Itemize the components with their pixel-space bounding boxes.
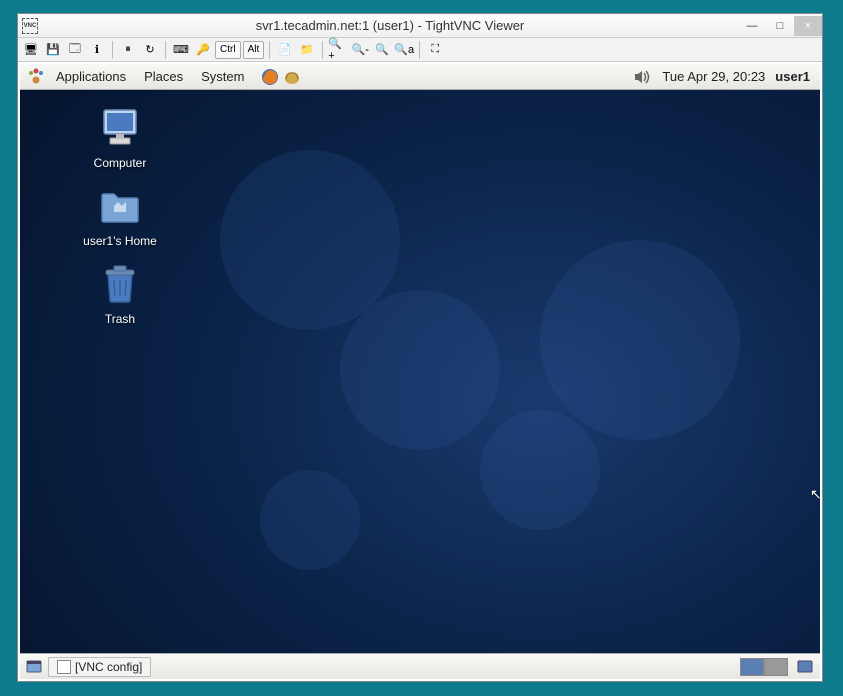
fullscreen-icon[interactable]: ⛶ [424,40,446,60]
wallpaper-bokeh [340,290,500,450]
window-title: svr1.tecadmin.net:1 (user1) - TightVNC V… [42,18,738,33]
toolbar-separator [112,41,113,59]
zoom-out-icon[interactable]: 🔍- [349,40,371,60]
gnome-foot-icon[interactable] [26,67,46,87]
toolbar-separator [165,41,166,59]
window-controls: — □ × [738,14,822,37]
pause-icon[interactable]: ⏸ [117,40,139,60]
remote-viewport[interactable]: Applications Places System Tue Apr 29, 2… [20,64,820,679]
panel-right: Tue Apr 29, 20:23 user1 [632,67,814,87]
toolbar-separator [269,41,270,59]
task-label: [VNC config] [75,660,142,674]
window-icon [57,660,71,674]
copy-icon[interactable]: 📄 [274,40,296,60]
workspace-1[interactable] [740,658,764,676]
file-transfer-icon[interactable]: 📁 [296,40,318,60]
titlebar[interactable]: VNC svr1.tecadmin.net:1 (user1) - TightV… [18,14,822,38]
menu-system[interactable]: System [193,67,252,86]
toolbar-separator [322,41,323,59]
task-vnc-config[interactable]: [VNC config] [48,657,151,677]
desktop-area[interactable]: Computer user1's Home Trash ↖ [20,90,820,653]
minimize-button[interactable]: — [738,16,766,36]
desktop-icon-computer[interactable]: Computer [60,104,180,170]
cursor-icon: ↖ [810,486,820,503]
volume-icon[interactable] [632,67,652,87]
gnome-bottom-panel[interactable]: [VNC config] [20,653,820,679]
trash-applet-icon[interactable] [794,657,816,677]
refresh-icon[interactable]: ↻ [139,40,161,60]
wallpaper-bokeh [480,410,600,530]
wallpaper-bokeh [220,150,400,330]
menu-places[interactable]: Places [136,67,191,86]
vnc-toolbar: 🖥💾🗔ℹ ⏸↻ ⌨🔑CtrlAlt 📄📁 🔍+🔍-🔍🔍a ⛶ [18,38,822,62]
save-icon[interactable]: 💾 [42,40,64,60]
vnc-viewer-window: VNC svr1.tecadmin.net:1 (user1) - TightV… [17,13,823,682]
ctrl-key[interactable]: Ctrl [215,41,241,59]
zoom-100-icon[interactable]: 🔍 [371,40,393,60]
menu-applications[interactable]: Applications [48,67,134,86]
panel-left: Applications Places System [26,67,302,87]
computer-icon [96,104,144,152]
desktop-icon-label: Trash [60,312,180,326]
options-icon[interactable]: 🗔 [64,40,86,60]
zoom-in-icon[interactable]: 🔍+ [327,40,349,60]
new-connection-icon[interactable]: 🖥 [20,40,42,60]
firefox-icon[interactable] [260,67,280,87]
show-desktop-button[interactable] [24,657,44,677]
user-menu[interactable]: user1 [775,69,814,84]
desktop-icon-home[interactable]: user1's Home [60,182,180,248]
app-icon: VNC [22,18,38,34]
wallpaper-bokeh [260,470,360,570]
zoom-auto-icon[interactable]: 🔍a [393,40,415,60]
gnome-top-panel[interactable]: Applications Places System Tue Apr 29, 2… [20,64,820,90]
maximize-button[interactable]: □ [766,16,794,36]
wallpaper-bokeh [540,240,740,440]
info-icon[interactable]: ℹ [86,40,108,60]
folder-icon [96,182,144,230]
alt-key[interactable]: Alt [243,41,265,59]
close-button[interactable]: × [794,16,822,36]
workspace-2[interactable] [764,658,788,676]
ctrl-esc-icon[interactable]: 🔑 [192,40,214,60]
desktop-icon-label: user1's Home [60,234,180,248]
toolbar-separator [419,41,420,59]
cad-icon[interactable]: ⌨ [170,40,192,60]
help-icon[interactable] [282,67,302,87]
trash-icon [96,260,144,308]
workspace-switcher[interactable] [740,658,788,676]
desktop-icon-label: Computer [60,156,180,170]
desktop-icon-trash[interactable]: Trash [60,260,180,326]
clock[interactable]: Tue Apr 29, 20:23 [662,69,765,84]
